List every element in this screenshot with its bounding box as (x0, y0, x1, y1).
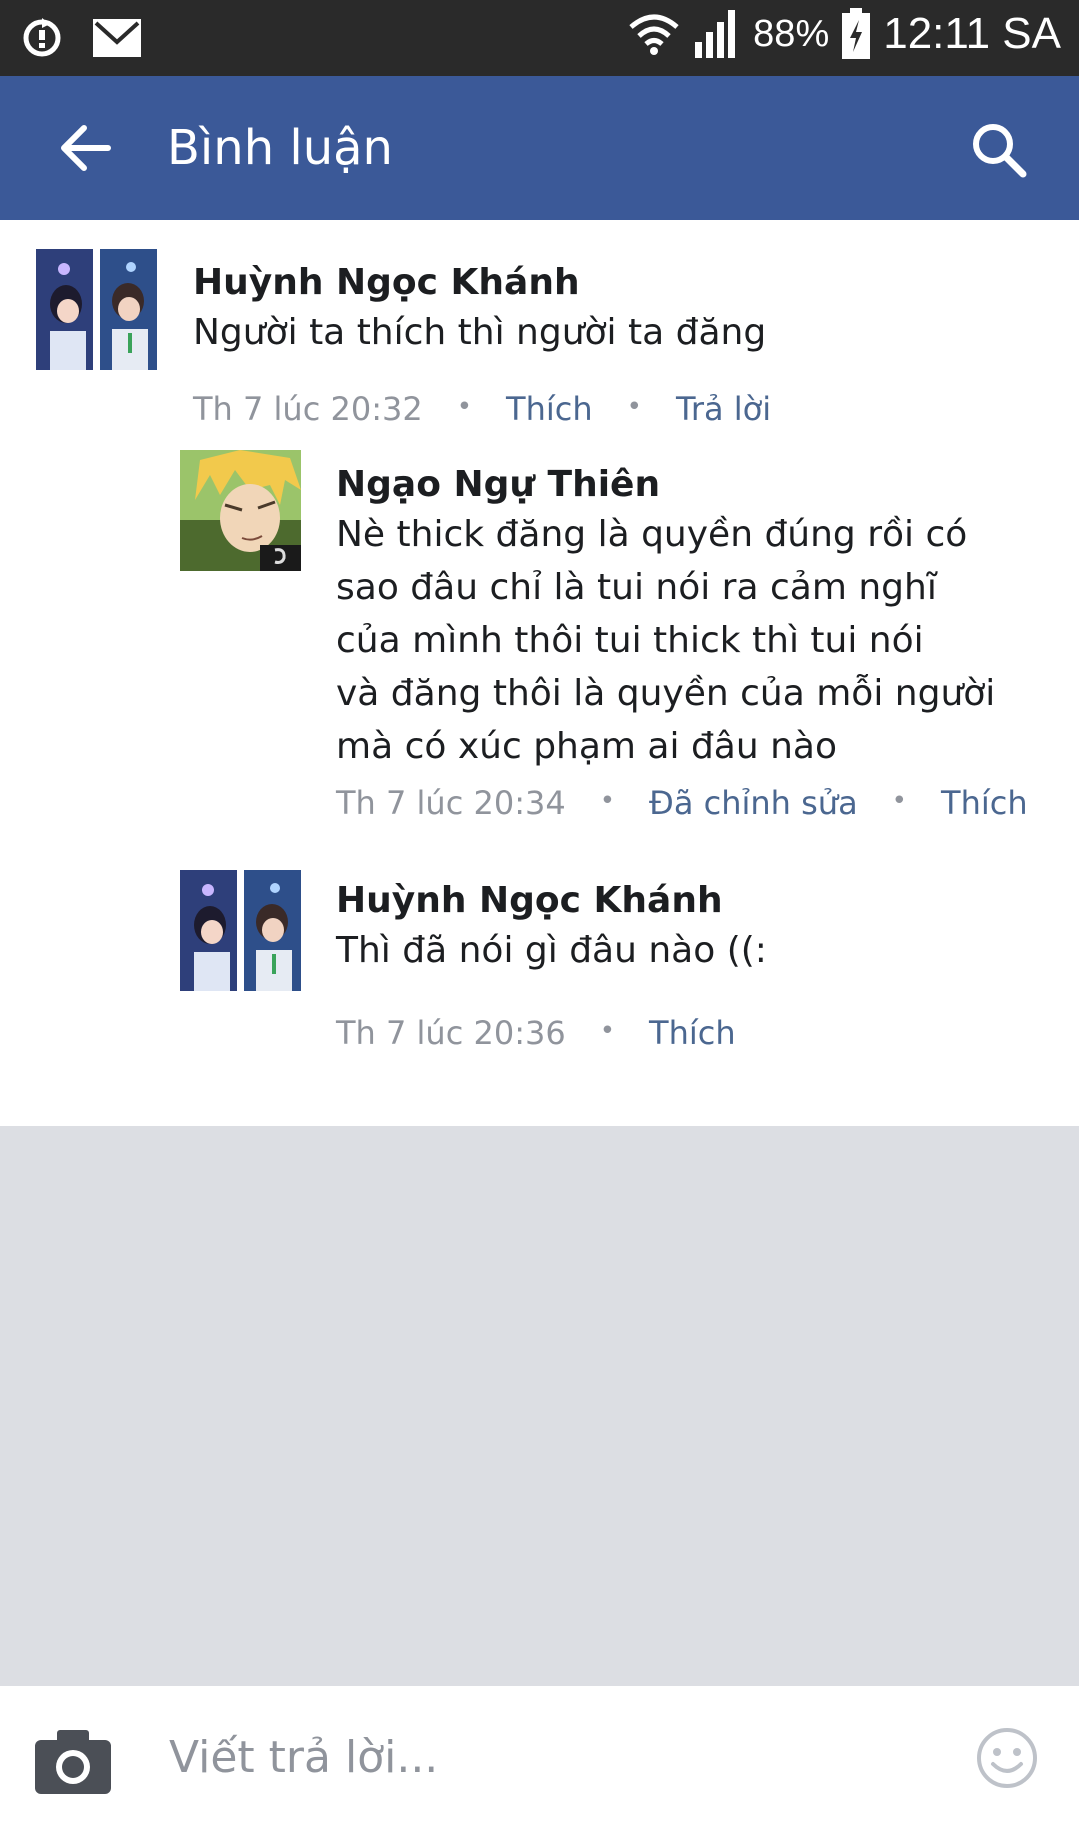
search-icon[interactable] (969, 120, 1029, 180)
battery-charging-icon (842, 8, 871, 59)
wifi-icon (629, 14, 679, 55)
separator-dot: • (599, 786, 616, 816)
like-link[interactable]: Thích (941, 784, 1028, 822)
avatar[interactable] (36, 249, 157, 370)
battery-percent: 88% (753, 12, 830, 55)
avatar[interactable] (180, 870, 301, 991)
comment: Ngạo Ngự Thiên Nè thick đăng là quyền đú… (0, 420, 1079, 850)
comment-time: Th 7 lúc 20:34 (336, 784, 566, 822)
comment-author[interactable]: Huỳnh Ngọc Khánh (336, 880, 723, 921)
comment-text: Nè thick đăng là quyền đúng rồi có sao đ… (336, 514, 996, 767)
comment-time: Th 7 lúc 20:36 (336, 1014, 566, 1052)
comment-author[interactable]: Huỳnh Ngọc Khánh (193, 262, 580, 303)
app-bar: Bình luận (0, 76, 1079, 220)
comment-list: Huỳnh Ngọc Khánh Người ta thích thì ngườ… (0, 220, 1079, 1126)
sync-icon (23, 18, 61, 57)
separator-dot: • (891, 786, 908, 816)
comment-text: Thì đã nói gì đâu nào ((: (336, 930, 767, 971)
comment: Huỳnh Ngọc Khánh Người ta thích thì ngườ… (0, 220, 1079, 428)
reply-input[interactable] (167, 1726, 951, 1788)
status-bar: 88% 12:11 SA (0, 0, 1079, 76)
like-link[interactable]: Thích (649, 1014, 736, 1052)
reply-composer (0, 1686, 1079, 1829)
comment-text: Người ta thích thì người ta đăng (193, 312, 767, 353)
avatar[interactable] (180, 450, 301, 571)
comment-meta: Th 7 lúc 20:34 • Đã chỉnh sửa • Thích (336, 784, 1028, 822)
edited-link[interactable]: Đã chỉnh sửa (649, 784, 858, 822)
mail-icon (93, 19, 141, 57)
clock: 12:11 SA (883, 9, 1061, 58)
separator-dot: • (599, 1016, 616, 1046)
page-title: Bình luận (167, 120, 393, 176)
comment-meta: Th 7 lúc 20:36 • Thích (336, 1014, 736, 1052)
emoji-icon[interactable] (975, 1726, 1039, 1790)
comment-author[interactable]: Ngạo Ngự Thiên (336, 464, 660, 505)
camera-icon[interactable] (33, 1728, 113, 1796)
comment: Huỳnh Ngọc Khánh Thì đã nói gì đâu nào (… (0, 850, 1079, 1090)
empty-area (0, 1126, 1079, 1686)
signal-icon (695, 10, 736, 58)
back-arrow-icon[interactable] (56, 118, 116, 178)
